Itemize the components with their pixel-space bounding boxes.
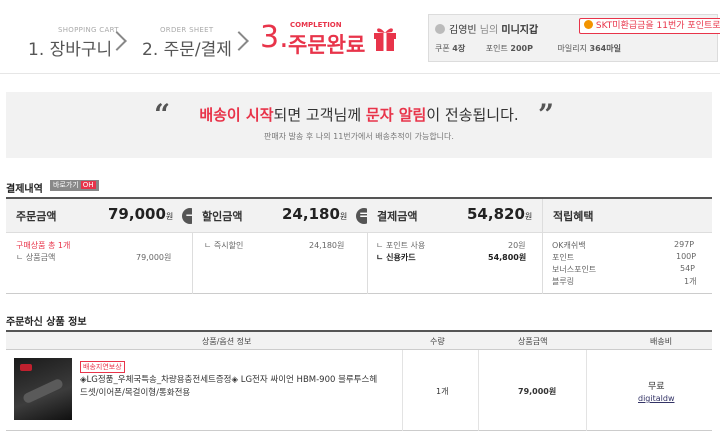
payment-shortcut-badge[interactable]: 바로가기 OH: [50, 180, 99, 191]
table-row: 배송지연보상 ◈LG정품_우체국특송_차량용충전세트증정◈ LG전자 싸이언 H…: [6, 350, 712, 431]
credit-card-value: 54,800원: [488, 253, 527, 262]
notice-message: 배송이 시작되면 고객님께 문자 알림이 전송됩니다.: [6, 104, 712, 125]
benefit-okcashbag-value: 297P: [674, 240, 695, 249]
chevron-right-icon: [229, 31, 249, 51]
payment-title: 결제내역: [6, 184, 43, 195]
benefit-point-value: 100P: [676, 252, 697, 261]
divider: [367, 233, 368, 294]
item-amount: 79,000원: [518, 387, 557, 396]
seller-link[interactable]: digitaldw: [638, 394, 674, 403]
divider: [542, 233, 543, 294]
item-quantity: 1개: [436, 387, 449, 396]
product-name-link[interactable]: ◈LG정품_우체국특송_차량용충전세트증정◈ LG전자 싸이언 HBM-900 …: [80, 374, 380, 400]
shipping-fee: 무료: [648, 382, 665, 392]
order-steps: SHOPPING CART 1. 장바구니 ORDER SHEET 2. 주문/…: [0, 0, 720, 74]
step2-caption: ORDER SHEET: [160, 26, 214, 34]
skt-icon: [584, 20, 593, 29]
discount-amount-cell: 할인금액 24,180원: [192, 199, 367, 233]
mileage-value[interactable]: 364마일: [590, 44, 621, 53]
notice-text-1: 되면 고객님께: [273, 106, 366, 124]
discount-amount-value: 24,180원: [282, 205, 348, 223]
notice-highlight-1: 배송이 시작: [199, 106, 274, 124]
pay-amount-label: 결제금액: [377, 210, 418, 223]
benefit-cell: 적립혜택: [542, 199, 712, 233]
product-table-header: 상품/옵션 정보 수량 상품금액 배송비: [6, 330, 712, 350]
notice-text-2: 이 전송됩니다.: [426, 106, 519, 124]
col-quantity: 수량: [430, 337, 445, 346]
user-icon: [435, 24, 445, 34]
coupon-label[interactable]: 쿠폰: [435, 44, 450, 53]
order-amount-label: 주문금액: [16, 210, 57, 223]
step2-label: 2. 주문/결제: [142, 40, 232, 60]
step1-label: 1. 장바구니: [28, 40, 113, 60]
divider: [586, 350, 587, 431]
mileage-label[interactable]: 마일리지: [558, 44, 587, 53]
divider: [478, 350, 479, 431]
divider: [402, 350, 403, 431]
step3-number: 3.: [260, 20, 289, 55]
step3-label: 주문완료: [288, 33, 366, 57]
mini-wallet: 김영빈 님의 미니지갑 SKT미환급금을 11번가 포인트로! 쿠폰 4장 포인…: [428, 14, 720, 62]
notice-subtext: 판매자 발송 후 나의 11번가에서 배송추적이 가능합니다.: [264, 132, 454, 141]
headset-image: [21, 377, 65, 405]
order-subtotal-value: 79,000원: [136, 253, 172, 262]
wallet-title: 미니지갑: [501, 25, 539, 36]
shortcut-label: 바로가기: [53, 181, 79, 189]
point-value[interactable]: 200P: [510, 44, 533, 53]
col-shipping: 배송비: [650, 337, 673, 346]
credit-card-label: ㄴ 신용카드: [376, 253, 416, 262]
col-amount: 상품금액: [518, 337, 548, 346]
step3-caption: COMPLETION: [290, 21, 342, 29]
payment-summary: 주문금액 79,000원 − 할인금액 24,180원 = 결제금액 54,82…: [6, 197, 712, 294]
benefit-bonus-value: 54P: [680, 264, 696, 273]
delay-compensation-badge: 배송지연보상: [80, 361, 125, 373]
benefit-point-label: 포인트: [552, 253, 575, 262]
wallet-summary: 쿠폰 4장 포인트 200P 마일리지 364마일: [435, 43, 621, 54]
skt-refund-text: SKT미환급금을 11번가 포인트로!: [595, 21, 720, 31]
discount-amount-label: 할인금액: [202, 210, 243, 223]
order-amount-value: 79,000원: [108, 205, 174, 223]
product-info-title: 주문하신 상품 정보: [6, 317, 87, 328]
user-suffix: 님의: [479, 25, 499, 36]
benefit-okcashbag-label: OK캐쉬백: [552, 241, 586, 250]
order-subtotal-label: ㄴ 상품금액: [16, 253, 56, 262]
shipping-notice: “ ” 배송이 시작되면 고객님께 문자 알림이 전송됩니다. 판매자 발송 후…: [6, 92, 712, 158]
point-used-label: ㄴ 포인트 사용: [376, 241, 426, 250]
instant-discount-value: 24,180원: [309, 241, 345, 250]
order-amount-cell: 주문금액 79,000원: [6, 199, 192, 233]
point-used-value: 20원: [508, 241, 526, 250]
product-thumbnail[interactable]: [14, 358, 72, 420]
divider: [192, 233, 193, 294]
wallet-owner: 김영빈 님의 미니지갑: [435, 21, 538, 36]
brand-logo-icon: [20, 364, 32, 371]
pay-amount-value: 54,820원: [467, 205, 533, 223]
coupon-value[interactable]: 4장: [452, 44, 465, 53]
pay-amount-cell: 결제금액 54,820원: [367, 199, 542, 233]
benefit-bluering-value: 1개: [684, 277, 697, 286]
benefit-bonus-label: 보너스포인트: [552, 265, 597, 274]
benefit-bluering-label: 블루링: [552, 277, 575, 286]
order-item-count: 구매상품 총 1개: [16, 241, 71, 250]
step1-caption: SHOPPING CART: [58, 26, 119, 34]
col-product-info: 상품/옵션 정보: [202, 337, 252, 346]
skt-refund-link[interactable]: SKT미환급금을 11번가 포인트로!: [579, 18, 720, 34]
notice-highlight-2: 문자 알림: [365, 106, 427, 124]
gift-icon: [374, 28, 396, 51]
benefit-label: 적립혜택: [553, 210, 594, 223]
instant-discount-label: ㄴ 즉시할인: [204, 241, 244, 250]
user-name: 김영빈: [449, 25, 477, 36]
point-label[interactable]: 포인트: [486, 44, 508, 53]
shortcut-oh: OH: [80, 181, 96, 189]
